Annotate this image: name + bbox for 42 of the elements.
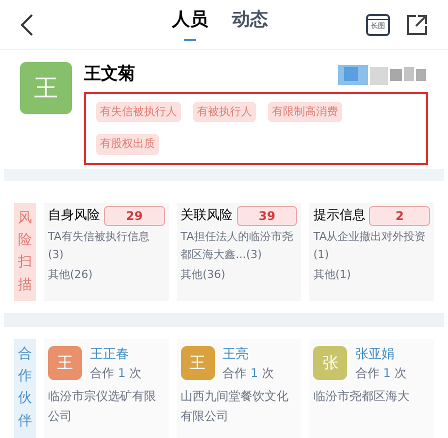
risk-tag: 有失信被执行人 [96, 102, 181, 122]
tab[interactable]: 人员 [172, 6, 208, 42]
risk-card[interactable]: 关联风险 39 TA担任法人的临汾市尧都区海大鑫...(3) 其他(36) [176, 202, 302, 300]
risk-scan-label: 风险扫描 [14, 202, 36, 300]
company-name: 山西九间堂餐饮文化有限公司 [180, 388, 290, 425]
risk-item: 其他(1) [313, 266, 352, 282]
risk-tag: 有股权出质 [96, 134, 159, 154]
partner-card[interactable]: 王 王亮 合作 1 次 山西九间堂餐饮文化有限公司 [176, 338, 302, 438]
risk-item: 其他(26) [48, 266, 94, 282]
person-name: 王文菊 [84, 63, 135, 86]
risk-item: TA从企业撤出对外投资(1) [313, 228, 427, 262]
card-title: 提示信息 [313, 206, 366, 225]
partners-label: 合作伙伴 [14, 338, 36, 438]
company-name: 临汾市宗仪选矿有限公司 [48, 388, 157, 425]
risk-tag: 有限制高消费 [268, 102, 342, 122]
risk-tag: 有被执行人 [193, 102, 256, 122]
avatar: 张 [313, 346, 348, 380]
avatar: 王 [20, 62, 72, 114]
company-name: 临汾市尧都区海大 [313, 388, 410, 405]
share-icon[interactable] [406, 14, 428, 36]
risk-item: TA有失信被执行信息(3) [48, 228, 150, 262]
collab-count: 合作 1 次 [90, 365, 142, 382]
collab-count: 合作 1 次 [222, 365, 274, 382]
count-badge: 29 [104, 206, 165, 226]
partner-card[interactable]: 王 王正春 合作 1 次 临汾市宗仪选矿有限公司 [44, 338, 169, 438]
collab-count: 合作 1 次 [355, 365, 407, 382]
risk-item: TA担任法人的临汾市尧都区海大鑫...(3) [180, 228, 294, 262]
avatar: 王 [180, 346, 215, 380]
card-title: 自身风险 [48, 206, 100, 225]
card-title: 关联风险 [180, 206, 233, 225]
count-badge: 39 [236, 206, 298, 226]
partner-name[interactable]: 王正春 [90, 344, 142, 364]
risk-card[interactable]: 提示信息 2 TA从企业撤出对外投资(1) 其他(1) [309, 202, 434, 300]
partner-card[interactable]: 张 张亚娟 合作 1 次 临汾市尧都区海大 [309, 338, 434, 438]
count-badge: 2 [369, 206, 430, 226]
tab[interactable]: 动态 [232, 6, 268, 42]
partner-name[interactable]: 张亚娟 [355, 344, 407, 364]
back-icon[interactable] [20, 12, 34, 36]
avatar: 王 [48, 346, 82, 380]
risk-card[interactable]: 自身风险 29 TA有失信被执行信息(3) 其他(26) [44, 202, 169, 300]
risk-item: 其他(36) [180, 266, 226, 282]
partner-name[interactable]: 王亮 [222, 344, 274, 364]
